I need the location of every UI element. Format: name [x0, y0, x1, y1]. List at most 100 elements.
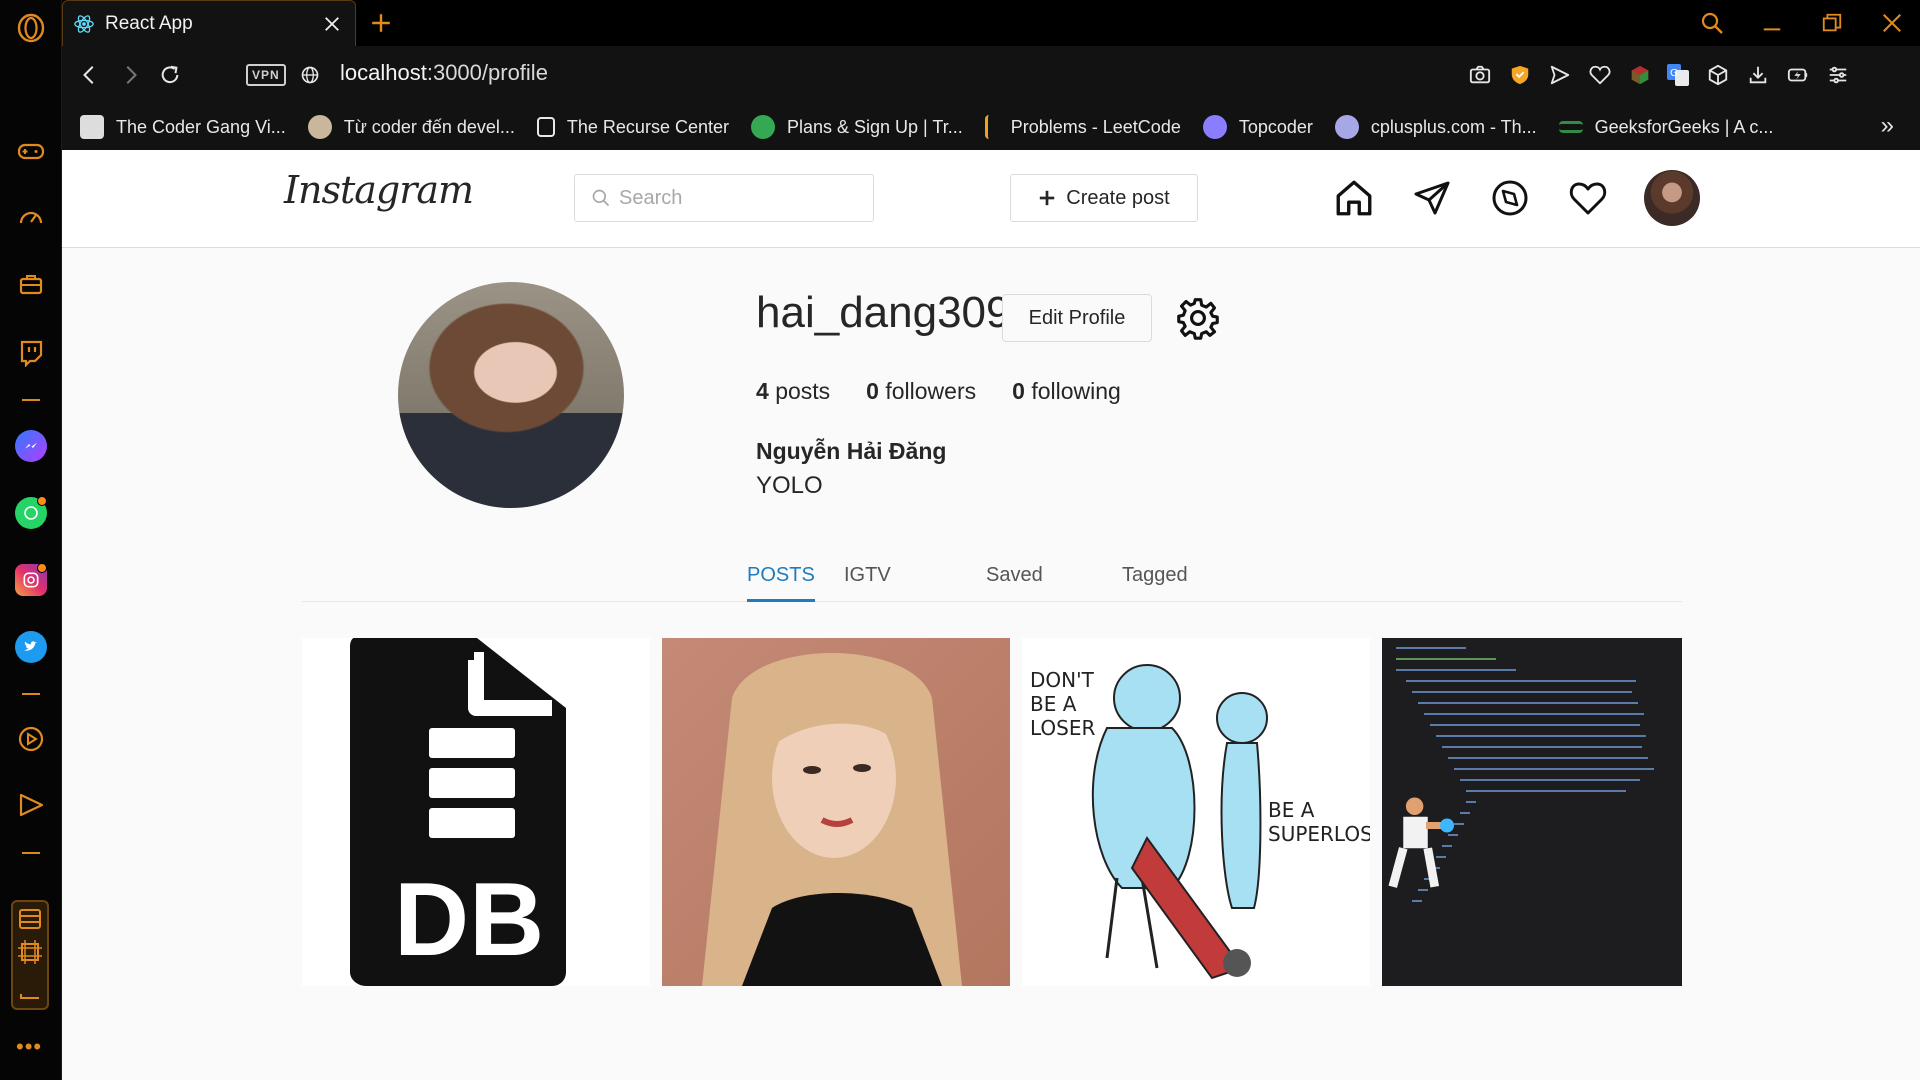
url-path: :3000/profile — [426, 60, 548, 85]
tab-saved[interactable]: Saved — [986, 554, 1043, 602]
forward-icon[interactable] — [112, 57, 148, 93]
code-line — [1436, 735, 1646, 737]
bookmark-item[interactable]: Problems - LeetCode — [984, 107, 1181, 147]
home-icon[interactable] — [1332, 176, 1376, 220]
twitch-icon[interactable] — [13, 334, 49, 370]
bookmarks-more-icon[interactable]: » — [1881, 112, 1894, 140]
bookmark-item[interactable]: Plans & Sign Up | Tr... — [750, 107, 963, 147]
tab-react-app[interactable]: React App — [62, 0, 356, 46]
code-line — [1396, 658, 1496, 660]
following-label: following — [1031, 378, 1121, 404]
code-line — [1460, 779, 1640, 781]
code-line — [1454, 768, 1654, 770]
minimize-icon[interactable] — [1752, 6, 1792, 40]
bookmark-favicon-icon — [1558, 121, 1583, 133]
gamepad-icon[interactable] — [13, 133, 49, 169]
url-host: localhost — [340, 60, 427, 85]
url-field[interactable]: localhost:3000/profile — [340, 60, 548, 86]
bookmark-label: Plans & Sign Up | Tr... — [786, 116, 963, 137]
direct-messages-icon[interactable] — [1410, 176, 1454, 220]
code-line — [1412, 900, 1422, 902]
sidebar-separator — [22, 399, 40, 401]
svg-text:G: G — [1670, 68, 1678, 79]
notification-dot — [37, 563, 47, 573]
bookmark-item[interactable]: Topcoder — [1202, 107, 1313, 147]
box-icon[interactable] — [1702, 59, 1734, 91]
following-count[interactable]: 0 following — [1012, 378, 1121, 405]
tab-tagged[interactable]: Tagged — [1122, 554, 1188, 602]
sidebar-more-icon[interactable]: ••• — [16, 1034, 42, 1060]
code-line — [1396, 647, 1466, 649]
globe-icon[interactable] — [292, 57, 328, 93]
followers-count[interactable]: 0 followers — [866, 378, 976, 405]
messenger-icon[interactable] — [13, 428, 49, 464]
opera-logo-icon[interactable] — [13, 10, 49, 46]
reload-icon[interactable] — [152, 57, 188, 93]
portrait-photo — [702, 653, 962, 986]
easy-setup-icon[interactable] — [1822, 59, 1854, 91]
posts-count[interactable]: 4 posts — [756, 378, 830, 405]
bookmark-favicon-icon — [984, 115, 999, 139]
briefcase-icon[interactable] — [13, 266, 49, 302]
search-tabs-icon[interactable] — [1692, 6, 1732, 40]
explore-compass-icon[interactable] — [1488, 176, 1532, 220]
avatar[interactable] — [1644, 170, 1700, 226]
close-window-icon[interactable] — [1872, 6, 1912, 40]
bookmarks-bar: The Coder Gang Vi... Từ coder đến devel.… — [62, 104, 1920, 150]
player-icon[interactable] — [13, 721, 49, 757]
post-thumbnail[interactable]: DON'T BE A LOSER BE A SUPERLOSER. — [1022, 638, 1370, 986]
following-number: 0 — [1012, 378, 1025, 404]
post-thumbnail[interactable]: DB — [302, 638, 650, 986]
whatsapp-icon[interactable] — [13, 495, 49, 531]
bookmark-item[interactable]: The Recurse Center — [536, 107, 729, 147]
bookmark-label: Problems - LeetCode — [1010, 116, 1181, 137]
fighter-sprite-image — [1388, 797, 1454, 888]
profile-avatar[interactable] — [398, 282, 624, 508]
settings-gear-icon[interactable] — [1176, 296, 1220, 340]
bookmark-item[interactable]: GeeksforGeeks | A c... — [1558, 107, 1774, 147]
code-line — [1442, 746, 1642, 748]
opera-sidebar: ••• — [0, 0, 62, 1080]
search-input[interactable]: Search — [574, 174, 874, 222]
code-line — [1406, 680, 1636, 682]
instagram-icon[interactable] — [13, 562, 49, 598]
post-thumbnail[interactable] — [662, 638, 1010, 986]
bookmark-item[interactable]: Từ coder đến devel... — [307, 107, 515, 147]
translate-icon[interactable]: G — [1662, 59, 1694, 91]
bookmark-item[interactable]: The Coder Gang Vi... — [80, 107, 286, 147]
create-post-button[interactable]: Create post — [1010, 174, 1198, 222]
code-line — [1396, 669, 1516, 671]
bookmark-item[interactable]: cplusplus.com - Th... — [1334, 107, 1537, 147]
vpn-badge[interactable]: VPN — [246, 64, 286, 86]
bookmark-label: GeeksforGeeks | A c... — [1594, 116, 1774, 137]
posts-label: posts — [775, 378, 831, 404]
instagram-logo[interactable]: Instagram — [284, 168, 474, 212]
activity-heart-icon[interactable] — [1566, 176, 1610, 220]
speedometer-icon[interactable] — [13, 200, 49, 236]
close-tab-icon[interactable] — [317, 9, 347, 39]
restore-icon[interactable] — [1812, 6, 1852, 40]
twitter-icon[interactable] — [13, 629, 49, 665]
profile-username: hai_dang309 — [756, 288, 1011, 337]
back-icon[interactable] — [72, 57, 108, 93]
page-viewport: Instagram Search Create post hai_dang309… — [62, 150, 1920, 1080]
post-thumbnail[interactable] — [1382, 638, 1682, 986]
followers-label: followers — [885, 378, 977, 404]
profile-bio: YOLO — [756, 472, 823, 499]
code-line — [1418, 702, 1638, 704]
battery-saver-icon[interactable] — [1782, 59, 1814, 91]
extension-cube-icon[interactable] — [1624, 59, 1656, 91]
heart-icon[interactable] — [1584, 59, 1616, 91]
code-line — [1448, 757, 1648, 759]
code-line — [1466, 801, 1476, 803]
new-tab-icon[interactable] — [364, 6, 398, 40]
download-icon[interactable] — [1742, 59, 1774, 91]
shield-icon[interactable] — [1504, 59, 1536, 91]
tab-igtv[interactable]: IGTV — [844, 554, 891, 602]
camera-icon[interactable] — [1464, 59, 1496, 91]
tab-posts[interactable]: POSTS — [747, 554, 815, 602]
edit-profile-button[interactable]: Edit Profile — [1002, 294, 1152, 342]
send-icon[interactable] — [1544, 59, 1576, 91]
sidebar-separator — [22, 852, 40, 854]
send-icon[interactable] — [13, 787, 49, 823]
